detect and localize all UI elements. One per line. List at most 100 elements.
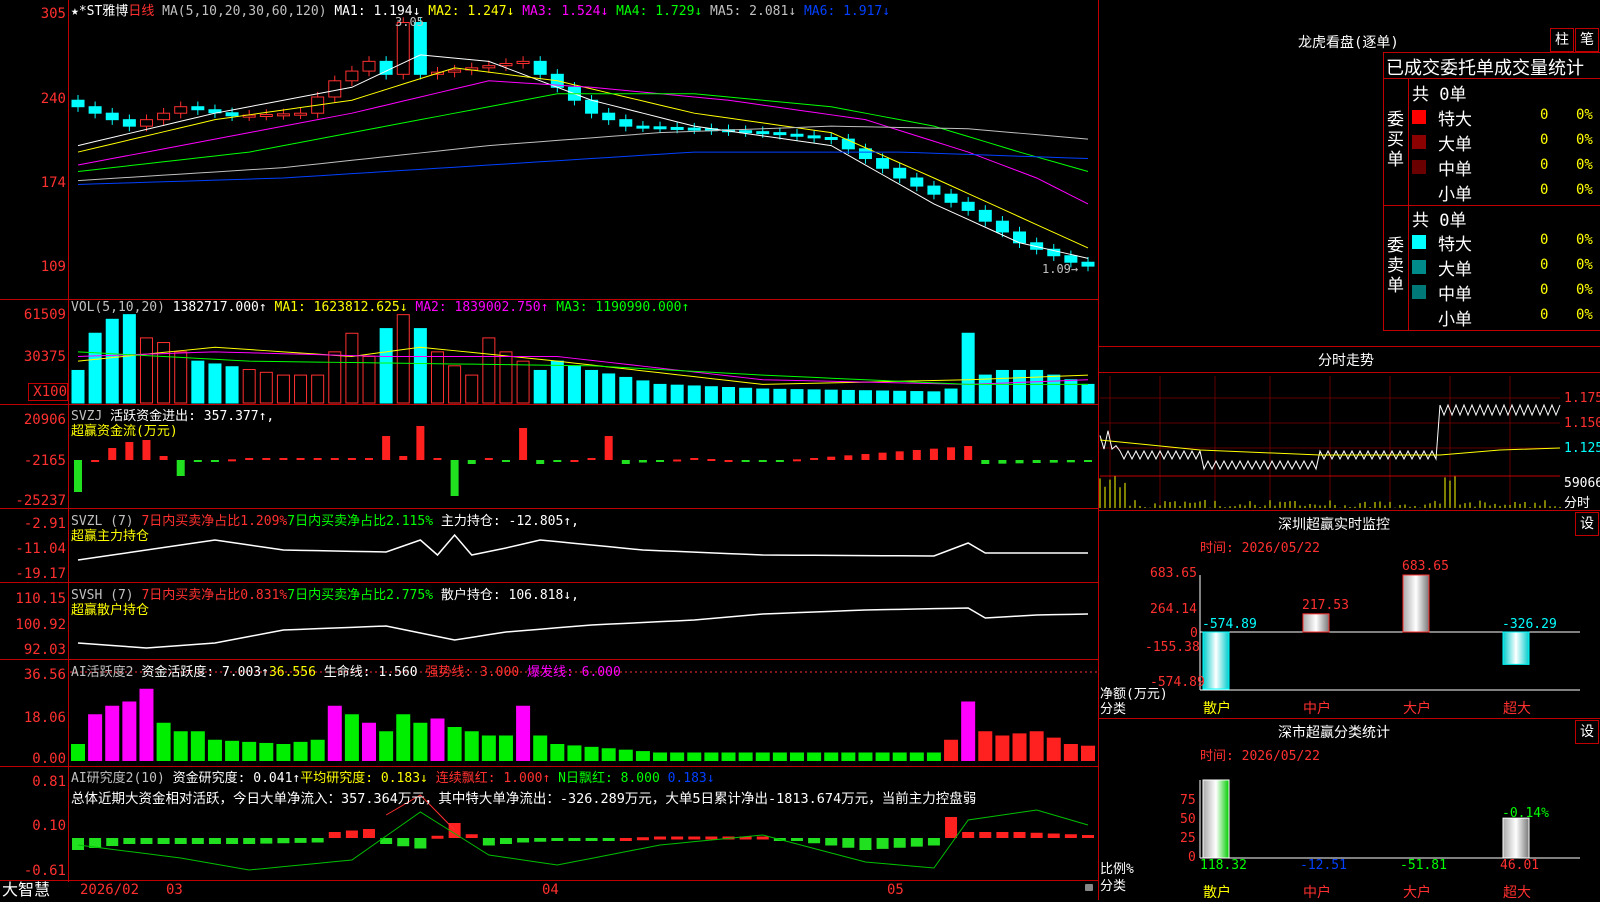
ai-research-bar (962, 832, 974, 838)
volume-bar (996, 370, 1008, 403)
volume-bar (89, 333, 101, 403)
volume-bar (791, 390, 803, 403)
candle-body (979, 210, 991, 221)
period-label[interactable]: 日线 (128, 4, 154, 19)
ai-research-bar (791, 838, 803, 841)
svzj-bar (742, 460, 750, 462)
ai-research-bar (1082, 835, 1094, 838)
volume-bar (688, 386, 700, 403)
ai-active-bar (516, 706, 530, 761)
svzj-bar (485, 458, 493, 460)
ai-active-bar (790, 753, 804, 762)
svzj-bar (570, 460, 578, 462)
dragon-tiger-title: 龙虎看盘(逐单) (1298, 32, 1399, 52)
volume-bar (808, 390, 820, 403)
main-chart-header: ★*ST雅博日线 MA(5,10,20,30,60,120) MA1: 1.19… (71, 0, 890, 19)
ma3-value: MA3: 1.524↓ (522, 4, 608, 19)
svzj-bar (964, 446, 972, 460)
monitor-top-border (1098, 510, 1600, 511)
ai-active-bar (122, 702, 136, 762)
volume-bar (346, 333, 358, 403)
dt-inner-border (1408, 78, 1409, 330)
ai-research-bar (363, 829, 375, 838)
svsh-p1: 7日内买卖净占比0.831% (141, 588, 287, 603)
candle-body (962, 202, 974, 210)
volume-label: VOL(5,10,20) (71, 300, 165, 315)
volume-bar (260, 372, 272, 403)
volume-bar (637, 381, 649, 403)
candle-body (928, 186, 940, 194)
ai-active-bar (276, 744, 290, 761)
candle-body (586, 100, 598, 113)
volume-bar (654, 384, 666, 403)
volume-bar (928, 392, 940, 403)
volume-bar (671, 385, 683, 403)
svzj-bar (160, 456, 168, 460)
intraday-price: 1.175 (1564, 391, 1600, 406)
volume-bar (568, 366, 580, 403)
svzj-bar (707, 459, 715, 461)
volume-ma1: MA1: 1623812.625↓ (275, 300, 408, 315)
classify-y-tick: 75 (1180, 793, 1196, 808)
ai-research-summary: 总体近期大资金相对活跃，今日大单净流入：357.364万元，其中特大单净流出：-… (71, 787, 976, 807)
svsh-line (78, 608, 1088, 648)
svzl-subtitle: 超赢主力持仓 (71, 525, 149, 544)
bar-mode-button[interactable]: 柱 (1550, 28, 1574, 52)
classify-title: 深市超赢分类统计 (1278, 722, 1390, 742)
main-y-tick: 305 (0, 6, 66, 22)
ai-research-bar (825, 838, 837, 846)
dt-tab-header[interactable]: 已成交委托单成交量统计 (1386, 54, 1584, 80)
ai-active-bar (944, 740, 958, 761)
ai-research-bar (431, 836, 443, 839)
svzj-bar (433, 458, 441, 460)
vol-unit-label[interactable]: X100 (28, 383, 68, 401)
ai-active-bar (876, 753, 890, 762)
candle-body (757, 132, 769, 134)
candle-body (414, 22, 426, 74)
monitor-time: 时间: 2026/05/22 (1200, 537, 1320, 556)
volume-bar (774, 389, 786, 403)
ai-active-bar (1013, 733, 1027, 761)
vol-y-tick: 61509 (0, 307, 66, 323)
stock-label[interactable]: ★*ST雅博 (71, 4, 128, 19)
dt-left-border (1383, 52, 1384, 330)
ai-active-bar (893, 753, 907, 762)
svzj-bar (194, 460, 202, 462)
volume-bar (449, 366, 461, 403)
svzj-y-tick: -2165 (0, 453, 66, 469)
volume-bar (175, 352, 187, 403)
svzj-bar (588, 458, 596, 460)
monitor-settings-button[interactable]: 设 (1575, 512, 1599, 536)
classify-axis-label2: 分类 (1100, 875, 1126, 894)
svzj-bar (896, 451, 904, 460)
ai-active-bar (533, 736, 547, 762)
candle-body (329, 81, 341, 97)
ai-active-bar (704, 753, 718, 762)
tick-mode-button[interactable]: 笔 (1575, 28, 1599, 52)
monitor-y-tick: -155.38 (1145, 640, 1200, 655)
classify-bar (1203, 780, 1229, 858)
classify-cat: 散户 (1203, 882, 1231, 902)
ai-research-bar (72, 838, 84, 850)
candle-body (226, 113, 238, 116)
ai-active-bar (1030, 731, 1044, 761)
volume-bar (705, 387, 717, 403)
candle-body (620, 120, 632, 126)
ai-research-bar (637, 837, 649, 840)
classify-settings-button[interactable]: 设 (1575, 720, 1599, 744)
sell-row-name: 中单 (1438, 280, 1472, 305)
brand-logo[interactable]: 大智慧 (2, 880, 50, 900)
ai-research-bar (688, 837, 700, 840)
svzl-y-tick: -11.04 (0, 541, 66, 557)
buy-row-pct: 0% (1576, 132, 1593, 148)
ai-research-bar (209, 838, 221, 844)
ai-research-bar (654, 837, 666, 840)
lock-icon[interactable] (1085, 884, 1093, 891)
volume-bar (911, 392, 923, 403)
ai-research-bar (894, 838, 906, 848)
intraday-bottom-label[interactable]: 分时 (1564, 492, 1590, 511)
svzl-p3: 主力持仓: -12.805↑, (441, 514, 579, 529)
ai-research-bar (842, 838, 854, 848)
volume-bar (123, 315, 135, 403)
svsh-subtitle: 超赢散户持仓 (71, 599, 149, 618)
